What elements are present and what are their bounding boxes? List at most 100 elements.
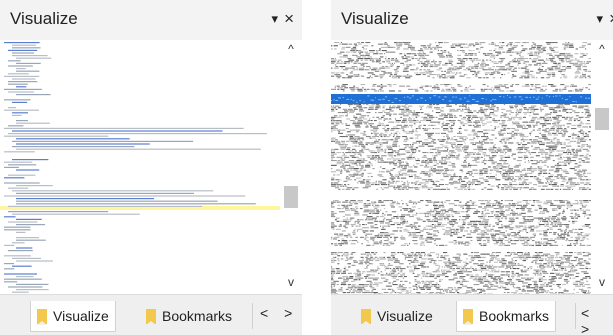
minimap-glyph	[530, 156, 534, 158]
vertical-scrollbar[interactable]: ^ v	[591, 40, 613, 295]
minimap-glyph	[389, 177, 396, 179]
scroll-down-icon[interactable]: v	[280, 275, 302, 291]
minimap-glyph	[395, 107, 401, 109]
minimap-glyph	[505, 110, 512, 112]
minimap-glyph	[574, 172, 580, 174]
minimap-glyph	[426, 211, 429, 213]
minimap-glyph	[358, 284, 365, 286]
minimap-glyph	[393, 280, 397, 282]
minimap-glyph	[548, 69, 554, 71]
minimap-glyph	[586, 235, 589, 237]
minimap-glyph	[452, 120, 456, 122]
minimap-glyph	[336, 152, 342, 154]
minimap-glyph	[405, 77, 411, 79]
minimap-glyph	[433, 156, 436, 158]
minimap-content[interactable]	[331, 40, 591, 295]
minimap-glyph	[499, 261, 503, 263]
minimap-glyph	[347, 108, 353, 110]
minimap-glyph	[547, 180, 549, 182]
minimap-glyph	[461, 171, 464, 173]
minimap-glyph	[488, 268, 495, 270]
minimap-glyph	[429, 212, 431, 214]
minimap-glyph	[383, 72, 387, 74]
minimap-glyph	[408, 131, 415, 133]
tab-scroll-nav[interactable]: < >	[581, 305, 613, 335]
tab-bookmarks[interactable]: Bookmarks	[146, 305, 232, 327]
minimap-glyph	[461, 147, 467, 149]
tab-scroll-nav[interactable]: < >	[260, 305, 298, 321]
minimap-glyph	[428, 46, 431, 48]
minimap-glyph	[359, 116, 365, 118]
minimap-glyph	[581, 144, 586, 146]
minimap-glyph	[454, 145, 459, 147]
minimap-glyph	[579, 148, 582, 150]
scroll-thumb[interactable]	[595, 108, 609, 130]
minimap-glyph	[373, 128, 379, 130]
minimap-glyph	[480, 112, 485, 114]
minimap-glyph	[464, 230, 469, 232]
minimap-content[interactable]	[0, 40, 280, 295]
minimap-glyph	[412, 142, 418, 144]
minimap-glyph	[333, 182, 339, 184]
minimap-glyph	[415, 128, 418, 130]
minimap-glyph	[429, 272, 432, 274]
minimap-glyph	[483, 280, 490, 282]
minimap-glyph	[583, 69, 588, 71]
minimap-glyph	[556, 238, 562, 240]
vertical-scrollbar[interactable]: ^ v	[280, 40, 302, 295]
minimap-glyph	[533, 126, 536, 128]
minimap-glyph	[437, 171, 443, 173]
scroll-thumb[interactable]	[284, 186, 298, 208]
scroll-up-icon[interactable]: ^	[591, 42, 613, 58]
tab-bookmarks[interactable]: Bookmarks	[456, 301, 557, 332]
close-icon[interactable]: ×	[609, 10, 613, 27]
minimap-glyph	[413, 174, 417, 176]
minimap-glyph	[393, 164, 398, 166]
minimap-glyph	[366, 274, 371, 276]
minimap-glyph	[433, 164, 437, 166]
minimap-glyph	[360, 155, 362, 157]
minimap-glyph	[371, 203, 376, 205]
minimap-glyph	[448, 88, 451, 90]
minimap-glyph	[570, 260, 577, 262]
minimap-glyph	[571, 156, 578, 158]
tab-visualize[interactable]: Visualize	[30, 301, 116, 332]
minimap-glyph	[494, 258, 500, 260]
minimap-line	[16, 138, 130, 140]
tab-visualize[interactable]: Visualize	[361, 305, 433, 327]
minimap-glyph	[465, 211, 469, 213]
minimap-glyph	[416, 217, 421, 219]
minimap-glyph	[566, 203, 572, 205]
minimap-glyph	[561, 269, 563, 271]
minimap-glyph	[414, 54, 417, 56]
minimap-glyph	[374, 227, 379, 229]
minimap-glyph	[357, 142, 363, 144]
minimap-glyph	[523, 253, 530, 255]
minimap-glyph	[333, 124, 338, 126]
minimap-glyph	[367, 176, 370, 178]
minimap-glyph	[511, 134, 516, 136]
minimap-glyph	[479, 126, 481, 128]
scroll-up-icon[interactable]: ^	[280, 42, 302, 58]
minimap-glyph	[357, 288, 363, 290]
dropdown-icon[interactable]: ▾	[272, 11, 279, 27]
minimap-glyph	[367, 292, 373, 294]
minimap-glyph	[417, 50, 424, 52]
minimap-glyph	[412, 214, 418, 216]
close-icon[interactable]: ×	[284, 10, 294, 27]
minimap-glyph	[527, 255, 530, 257]
scroll-down-icon[interactable]: v	[591, 275, 613, 291]
minimap-glyph	[546, 142, 551, 144]
minimap-glyph	[396, 268, 399, 270]
minimap-glyph	[369, 124, 372, 126]
minimap-glyph	[552, 75, 556, 77]
minimap-glyph	[508, 261, 513, 263]
dropdown-icon[interactable]: ▾	[597, 11, 604, 27]
minimap-glyph	[530, 268, 532, 270]
minimap-glyph	[459, 137, 464, 139]
minimap-glyph	[348, 59, 355, 61]
minimap-glyph	[451, 164, 456, 166]
minimap-glyph	[478, 104, 480, 106]
minimap-glyph	[561, 180, 566, 182]
minimap-glyph	[426, 66, 428, 68]
